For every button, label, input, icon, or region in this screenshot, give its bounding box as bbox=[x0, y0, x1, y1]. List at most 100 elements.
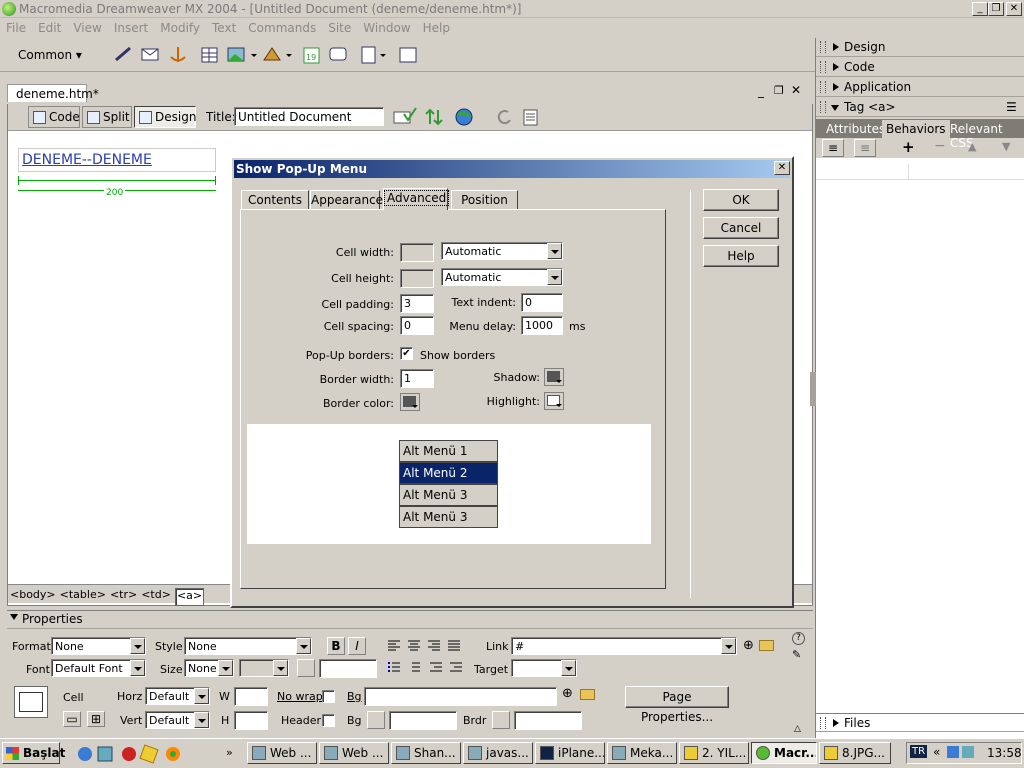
taskbar-item[interactable]: 8.JPG... bbox=[819, 742, 891, 764]
media-player-icon[interactable] bbox=[166, 747, 180, 761]
menu-file[interactable]: File bbox=[0, 19, 32, 35]
align-left-icon[interactable] bbox=[388, 640, 400, 651]
taskbar-item[interactable]: Web ... bbox=[247, 742, 317, 764]
border-color-prop-swatch[interactable] bbox=[492, 711, 510, 729]
shadow-color-swatch[interactable] bbox=[544, 368, 564, 386]
cell-width-mode-select[interactable]: Automatic bbox=[441, 242, 563, 260]
panel-splitter[interactable] bbox=[810, 372, 816, 406]
bold-button[interactable]: B bbox=[327, 637, 345, 655]
date-icon[interactable]: 19 bbox=[303, 47, 320, 64]
show-all-events-icon[interactable]: ≡ bbox=[854, 139, 876, 157]
named-anchor-icon[interactable] bbox=[170, 47, 186, 62]
ie-icon[interactable] bbox=[78, 747, 92, 761]
link-input[interactable]: # bbox=[511, 637, 737, 655]
highlight-color-swatch[interactable] bbox=[544, 392, 564, 410]
panel-design-header[interactable]: Design bbox=[816, 38, 1024, 57]
help-button[interactable]: Help bbox=[703, 245, 779, 267]
tag-chooser-icon[interactable] bbox=[399, 47, 417, 63]
tab-appearance[interactable]: Appearance bbox=[310, 190, 383, 210]
point-to-file-icon[interactable]: ⊕ bbox=[743, 638, 754, 653]
align-center-icon[interactable] bbox=[408, 640, 420, 651]
email-link-icon[interactable] bbox=[141, 48, 159, 61]
merge-cells-icon[interactable]: ▭ bbox=[63, 711, 81, 727]
tag-body[interactable]: <body> bbox=[10, 588, 56, 601]
hyperlink-icon[interactable] bbox=[115, 46, 131, 62]
explorer-icon[interactable] bbox=[97, 746, 113, 762]
split-cell-icon[interactable]: ⊞ bbox=[87, 711, 105, 727]
panel-options-icon[interactable]: ☰ bbox=[1006, 100, 1017, 114]
justify-icon[interactable] bbox=[448, 640, 460, 651]
ordered-list-icon[interactable] bbox=[412, 662, 420, 672]
menu-edit[interactable]: Edit bbox=[32, 19, 67, 35]
show-more-icon[interactable]: » bbox=[226, 746, 233, 759]
help-icon[interactable]: ? bbox=[792, 632, 805, 645]
move-up-icon[interactable]: ▲ bbox=[968, 140, 976, 153]
italic-button[interactable]: I bbox=[348, 637, 366, 655]
tag-table[interactable]: <table> bbox=[60, 588, 106, 601]
doc-close-icon[interactable]: ✕ bbox=[791, 83, 801, 97]
panel-application-header[interactable]: Application bbox=[816, 78, 1024, 97]
volume-icon[interactable] bbox=[962, 746, 974, 758]
unordered-list-icon[interactable] bbox=[388, 662, 400, 672]
menu-delay-input[interactable]: 1000 bbox=[521, 316, 563, 335]
menu-insert[interactable]: Insert bbox=[108, 19, 154, 35]
cell-height-mode-select[interactable]: Automatic bbox=[441, 268, 563, 286]
format-select[interactable]: None bbox=[51, 637, 146, 655]
taskbar-item[interactable]: Web ... bbox=[319, 742, 389, 764]
document-title-input[interactable]: Untitled Document bbox=[234, 107, 384, 126]
tab-position[interactable]: Position bbox=[451, 190, 518, 210]
show-set-events-icon[interactable]: ≡ bbox=[822, 139, 844, 157]
cell-spacing-input[interactable]: 0 bbox=[400, 316, 434, 335]
panel-files-header[interactable]: Files bbox=[816, 713, 1024, 732]
doc-restore-icon[interactable]: ❐ bbox=[774, 84, 784, 97]
language-indicator[interactable]: TR bbox=[910, 745, 928, 758]
taskbar-item[interactable]: javas... bbox=[463, 742, 533, 764]
align-right-icon[interactable] bbox=[428, 640, 440, 651]
link-text[interactable]: DENEME--DENEME bbox=[22, 152, 152, 168]
network-icon[interactable] bbox=[947, 746, 959, 758]
design-view-button[interactable]: Design bbox=[134, 106, 196, 128]
paint-icon[interactable] bbox=[139, 744, 159, 764]
size-select[interactable]: None bbox=[184, 659, 234, 677]
close-button[interactable]: ✕ bbox=[1006, 2, 1022, 16]
menu-help[interactable]: Help bbox=[417, 19, 456, 35]
restore-button[interactable]: ❐ bbox=[988, 2, 1004, 16]
border-color-prop-input[interactable] bbox=[514, 711, 582, 730]
taskbar-item[interactable]: iPlane... bbox=[535, 742, 605, 764]
bg-color-swatch[interactable] bbox=[367, 711, 385, 729]
behaviors-list[interactable] bbox=[816, 158, 1024, 738]
table-icon[interactable] bbox=[201, 47, 218, 63]
font-select[interactable]: Default Font bbox=[51, 659, 146, 677]
menu-text[interactable]: Text bbox=[206, 19, 242, 35]
ok-button[interactable]: OK bbox=[703, 189, 779, 211]
view-options-icon[interactable] bbox=[523, 109, 538, 126]
menu-site[interactable]: Site bbox=[322, 19, 357, 35]
show-borders-checkbox[interactable]: ✔ bbox=[400, 347, 413, 360]
header-checkbox[interactable] bbox=[322, 714, 335, 727]
insert-category-select[interactable]: Common ▾ bbox=[18, 48, 82, 62]
taskbar-item[interactable]: Shan... bbox=[391, 742, 461, 764]
page-properties-button[interactable]: Page Properties... bbox=[625, 686, 729, 724]
text-color-swatch[interactable] bbox=[297, 659, 315, 677]
cell-width-input[interactable] bbox=[234, 687, 268, 706]
preview-browser-icon[interactable] bbox=[455, 108, 473, 126]
refresh-icon[interactable] bbox=[497, 110, 511, 125]
size-unit-select[interactable] bbox=[239, 659, 289, 677]
minimize-button[interactable]: _ bbox=[972, 2, 988, 16]
panel-tag-header[interactable]: Tag <a> ☰ bbox=[816, 98, 1024, 117]
doc-minimize-icon[interactable]: _ bbox=[758, 84, 764, 98]
dialog-close-button[interactable]: ✕ bbox=[774, 161, 790, 175]
text-indent-input[interactable]: 0 bbox=[521, 293, 563, 312]
taskbar-item[interactable]: Meka... bbox=[607, 742, 677, 764]
browser-check-icon[interactable] bbox=[393, 107, 417, 124]
document-tab[interactable]: deneme.htm* bbox=[7, 84, 99, 102]
tag-td[interactable]: <td> bbox=[141, 588, 171, 601]
cancel-button[interactable]: Cancel bbox=[703, 217, 779, 239]
media-icon[interactable] bbox=[263, 47, 292, 61]
bg-browse-folder-icon[interactable] bbox=[580, 689, 595, 700]
indent-icon[interactable] bbox=[450, 662, 462, 672]
menu-modify[interactable]: Modify bbox=[154, 19, 206, 35]
move-down-icon[interactable]: ▼ bbox=[1002, 140, 1010, 153]
templates-icon[interactable] bbox=[361, 46, 386, 64]
vert-select[interactable]: Default bbox=[145, 711, 210, 729]
